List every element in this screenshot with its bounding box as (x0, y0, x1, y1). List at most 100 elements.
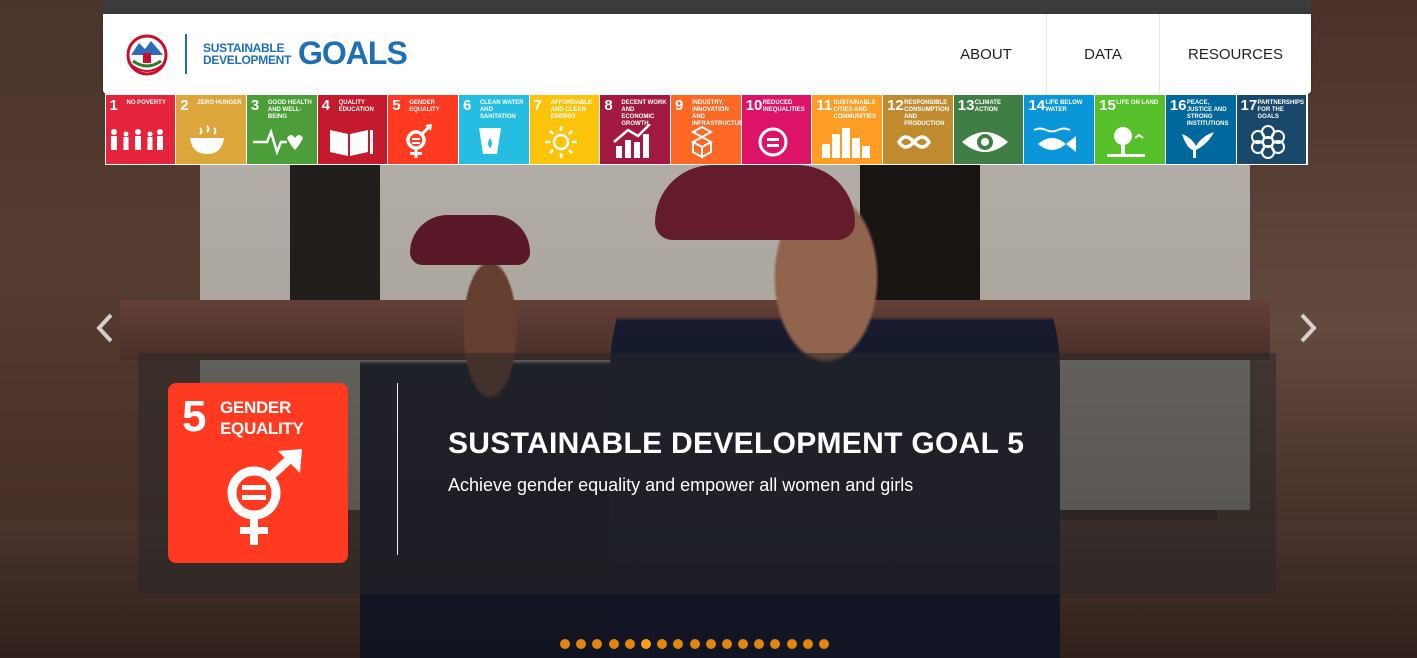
goal-tile-label: Sustainable Cities and Communities (833, 100, 877, 120)
sun-icon (544, 126, 577, 158)
goal-tile-number: 4 (321, 97, 330, 114)
carousel-dot[interactable] (721, 639, 732, 649)
goal-5-tile[interactable]: 5 GENDER EQUALITY (168, 383, 348, 563)
dove-icon (1181, 132, 1214, 158)
goal-tile-number: 6 (462, 97, 472, 114)
eye-globe-icon (961, 132, 1008, 152)
goal-tile-6[interactable]: 6 Clean Water and Sanitation (458, 95, 529, 164)
fish-icon (1033, 127, 1077, 152)
goal-tile-label: Climate Action (974, 100, 1001, 113)
goals-strip: 1 No Poverty 2 Zero Hunger 3 Good Health and … (105, 94, 1308, 165)
chevron-right-icon (1300, 313, 1317, 343)
goal-tile-label: Partnerships for the Goals (1257, 100, 1305, 120)
carousel-dot[interactable] (657, 639, 668, 649)
tree-icon (1107, 127, 1146, 157)
goal-tile-number: 12 (887, 97, 904, 114)
carousel-dot[interactable] (673, 639, 684, 649)
goal-tile-label: Good Health and Well-Being (267, 100, 312, 120)
goal-tile-8[interactable]: 8 Decent Work and Economic Growth (600, 95, 670, 164)
brand-text[interactable]: SUSTAINABLE DEVELOPMENT (203, 42, 298, 66)
gender-icon (406, 124, 433, 158)
caption-divider (397, 383, 398, 555)
main-nav: ABOUT DATA RESOURCES (926, 14, 1311, 94)
carousel-dot[interactable] (819, 639, 829, 649)
goal-tile-number: 13 (957, 97, 975, 114)
carousel-dot[interactable] (560, 639, 570, 649)
slide-title: SUSTAINABLE DEVELOPMENT GOAL 5 (448, 427, 1025, 460)
gender-equality-icon (227, 449, 302, 545)
goal-tile-label: Gender Equality (409, 100, 440, 113)
goal-tile-11[interactable]: 11 Sustainable Cities and Communities (812, 95, 883, 164)
carousel-dot[interactable] (689, 639, 700, 649)
infinity-icon (897, 135, 932, 149)
carousel-prev-button[interactable] (87, 308, 123, 348)
goal-tile-3[interactable]: 3 Good Health and Well-Being (246, 95, 317, 164)
slide-caption: 5 GENDER EQUALITY SUSTAINABLE DEVELOPMEN… (138, 353, 1276, 594)
brand-goals-text: GOALS (298, 35, 408, 71)
goal-tile-label: Clean Water and Sanitation (479, 100, 524, 120)
carousel-dot[interactable] (770, 639, 781, 649)
growth-chart-icon (613, 124, 652, 158)
goal-tile-label: Affordable and Clean Energy (550, 100, 592, 120)
brand-goals-word[interactable]: GOALS (298, 35, 408, 71)
goal-tile-2[interactable]: 2 Zero Hunger (176, 95, 246, 164)
goal-tile-number: 17 (1240, 97, 1258, 114)
nav-about[interactable]: ABOUT (926, 14, 1046, 94)
nepal-emblem-icon[interactable] (123, 33, 171, 77)
goal-tile-number: 2 (180, 97, 189, 114)
carousel-next-button[interactable] (1290, 308, 1326, 348)
goal-tile-10[interactable]: 10 Reduced Inequalities (741, 95, 812, 164)
water-drop-icon (478, 128, 501, 154)
carousel-dot[interactable] (592, 639, 603, 649)
goal-tile-number: 1 (109, 97, 118, 114)
family-icon (110, 129, 163, 150)
goal-tile-7[interactable]: 7 Affordable and Clean Energy (529, 95, 600, 164)
goal-tile-number: 16 (1169, 97, 1187, 114)
goal-tile-number: 10 (745, 97, 763, 114)
goal-tile-number: 8 (604, 97, 613, 114)
goal-tile-label: Reduced Inequalities (762, 100, 805, 113)
goal-tile-17[interactable]: 17 Partnerships for the Goals (1236, 95, 1307, 164)
goal-tile-5[interactable]: 5 Gender Equality (388, 95, 458, 164)
goal-tile-label: Zero Hunger (197, 100, 242, 106)
flower-icon (1250, 125, 1285, 159)
carousel-dot[interactable] (738, 639, 749, 649)
carousel-dot[interactable] (608, 639, 619, 649)
nav-resources[interactable]: RESOURCES (1159, 14, 1311, 94)
carousel-dot[interactable] (624, 639, 635, 649)
slide-subtitle: Achieve gender equality and empower all … (448, 475, 914, 495)
goal-tile-9[interactable]: 9Industry, Innovation and Infrastructure (671, 95, 741, 164)
goal-tile-number: 15 (1099, 97, 1116, 114)
goal-tile-12[interactable]: 12 Responsible Consumption and Production (883, 95, 953, 164)
city-icon (822, 128, 871, 158)
goal-tile-label: Life On Land (1116, 100, 1159, 106)
chevron-left-icon (96, 313, 113, 343)
goal-tile-number: 5 (392, 97, 401, 114)
top-strip (103, 0, 1311, 14)
goal-tile-1[interactable]: 1 No Poverty (105, 95, 176, 164)
carousel-dot[interactable] (640, 639, 651, 649)
carousel-dot[interactable] (786, 639, 797, 649)
carousel-dot[interactable] (705, 639, 716, 649)
goal-tile-number: 9 (675, 97, 684, 114)
goal-tile-14[interactable]: 14 Life Below Water (1024, 95, 1095, 164)
carousel-indicators (560, 639, 829, 649)
site-header: SUSTAINABLE DEVELOPMENT GOALS ABOUT DATA… (103, 14, 1311, 94)
goal-number: 5 (182, 392, 207, 441)
heartbeat-icon (252, 128, 303, 156)
carousel-dot[interactable] (576, 639, 587, 649)
goal-tile-label: Life Below Water (1045, 100, 1083, 113)
goal-tile-label: Quality Education (338, 100, 374, 113)
goal-tile-13[interactable]: 13 Climate Action (953, 95, 1024, 164)
goal-tile-number: 14 (1028, 97, 1046, 114)
goal-tile-4[interactable]: 4 Quality Education (317, 95, 388, 164)
goal-tile-number: 7 (533, 97, 542, 114)
carousel-dot[interactable] (802, 639, 813, 649)
carousel-dot[interactable] (754, 639, 765, 649)
brand-line-2: DEVELOPMENT (203, 53, 292, 67)
nav-data[interactable]: DATA (1046, 14, 1159, 94)
goal-tile-16[interactable]: 16 Peace, Justice and Strong Institutions (1165, 95, 1236, 164)
cubes-icon (690, 125, 714, 159)
bowl-icon (190, 125, 225, 154)
goal-tile-15[interactable]: 15 Life On Land (1095, 95, 1165, 164)
